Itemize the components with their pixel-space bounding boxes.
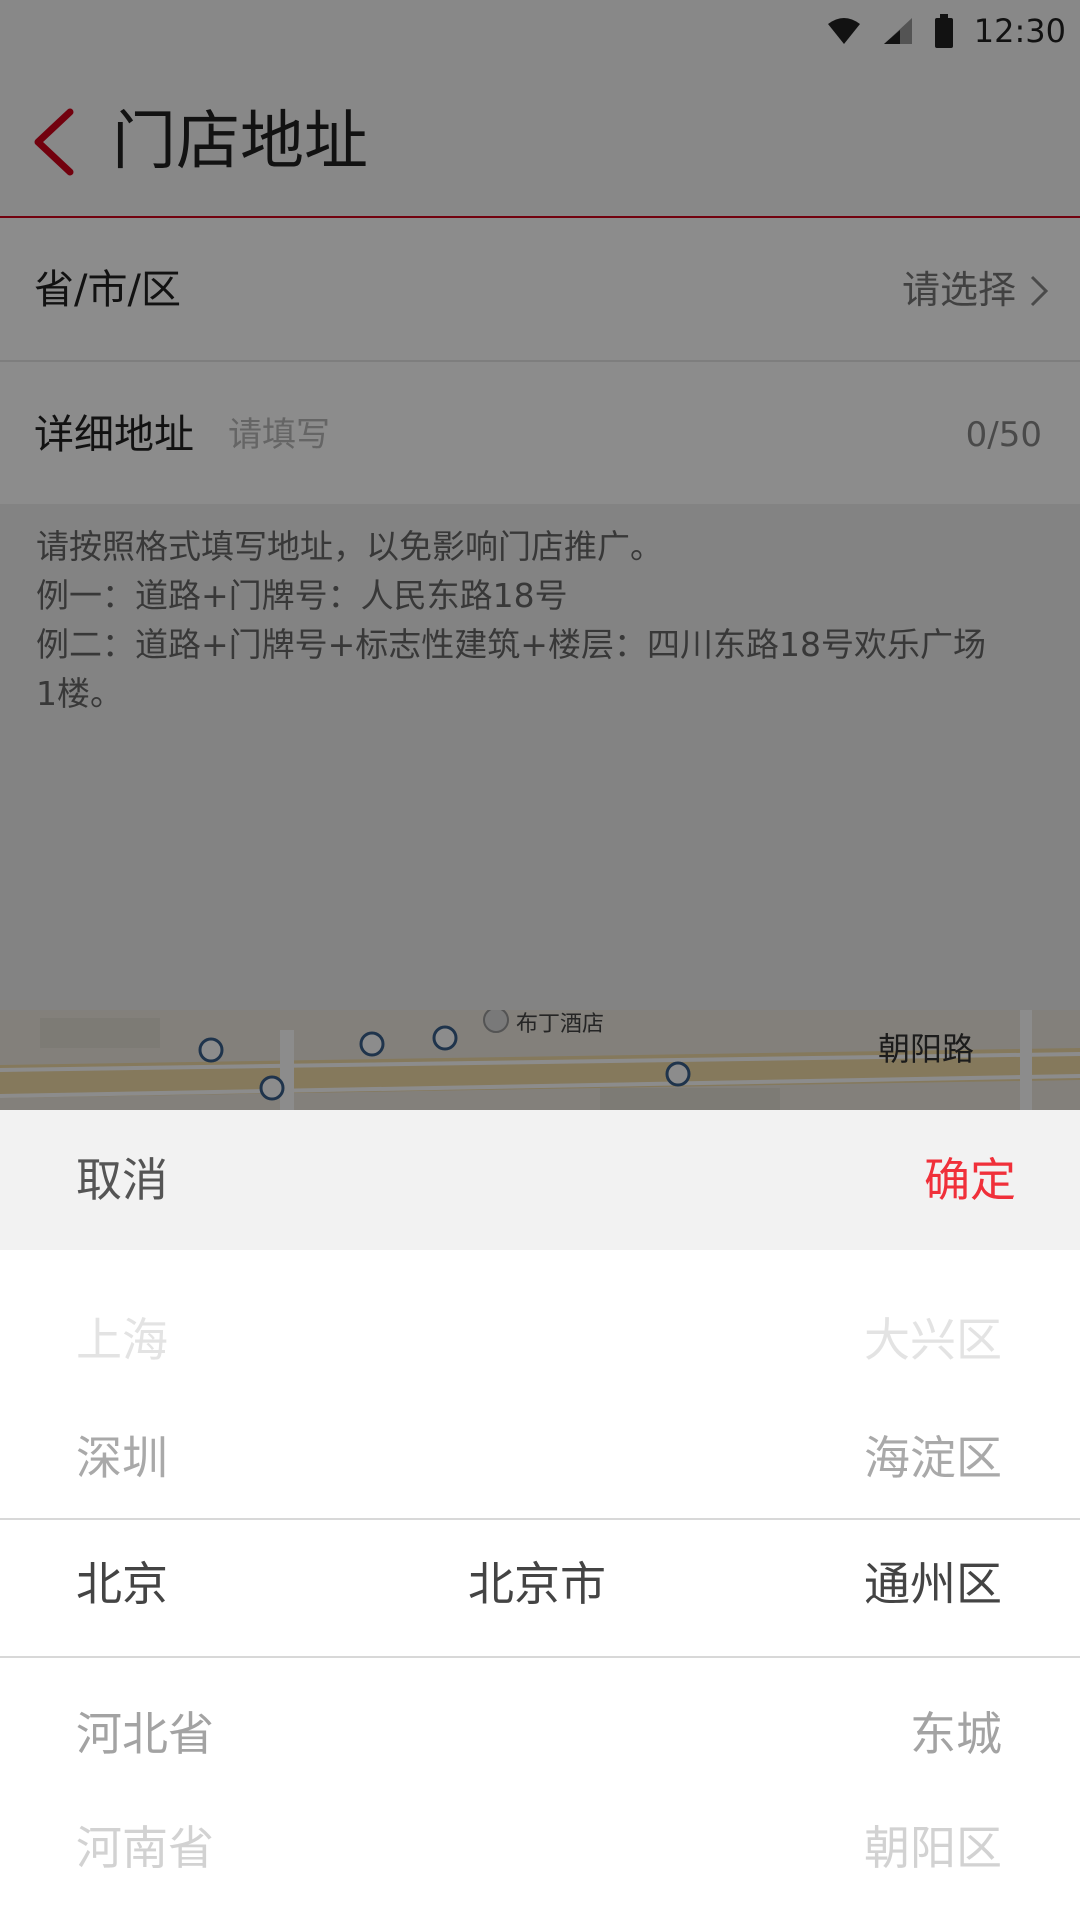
picker-province-option[interactable]: 深圳 — [76, 1428, 168, 1488]
picker-district-selected[interactable]: 通州区 — [864, 1554, 1002, 1614]
picker-province-selected[interactable]: 北京 — [76, 1554, 168, 1614]
cancel-button[interactable]: 取消 — [76, 1110, 168, 1250]
picker-district-option[interactable]: 大兴区 — [864, 1310, 1002, 1370]
confirm-button[interactable]: 确定 — [924, 1110, 1016, 1250]
picker-province-option[interactable]: 上海 — [76, 1310, 168, 1370]
picker-header: 取消 确定 — [0, 1110, 1080, 1250]
picker-district-option[interactable]: 海淀区 — [864, 1428, 1002, 1488]
region-picker: 取消 确定 上海 大兴区 深圳 海淀区 北京 北京市 通州区 河北省 东城 河南… — [0, 1110, 1080, 1920]
picker-city-selected[interactable]: 北京市 — [468, 1554, 606, 1614]
picker-province-option[interactable]: 河南省 — [76, 1818, 214, 1878]
picker-district-option[interactable]: 东城 — [910, 1704, 1002, 1764]
picker-province-option[interactable]: 河北省 — [76, 1704, 214, 1764]
modal-backdrop[interactable] — [0, 0, 1080, 1110]
screen: 12:30 门店地址 省/市/区 请选择 详细地址 请填写 0/50 请按照格式… — [0, 0, 1080, 1920]
picker-district-option[interactable]: 朝阳区 — [864, 1818, 1002, 1878]
picker-selection-line-bottom — [0, 1656, 1080, 1658]
picker-selection-line-top — [0, 1518, 1080, 1520]
